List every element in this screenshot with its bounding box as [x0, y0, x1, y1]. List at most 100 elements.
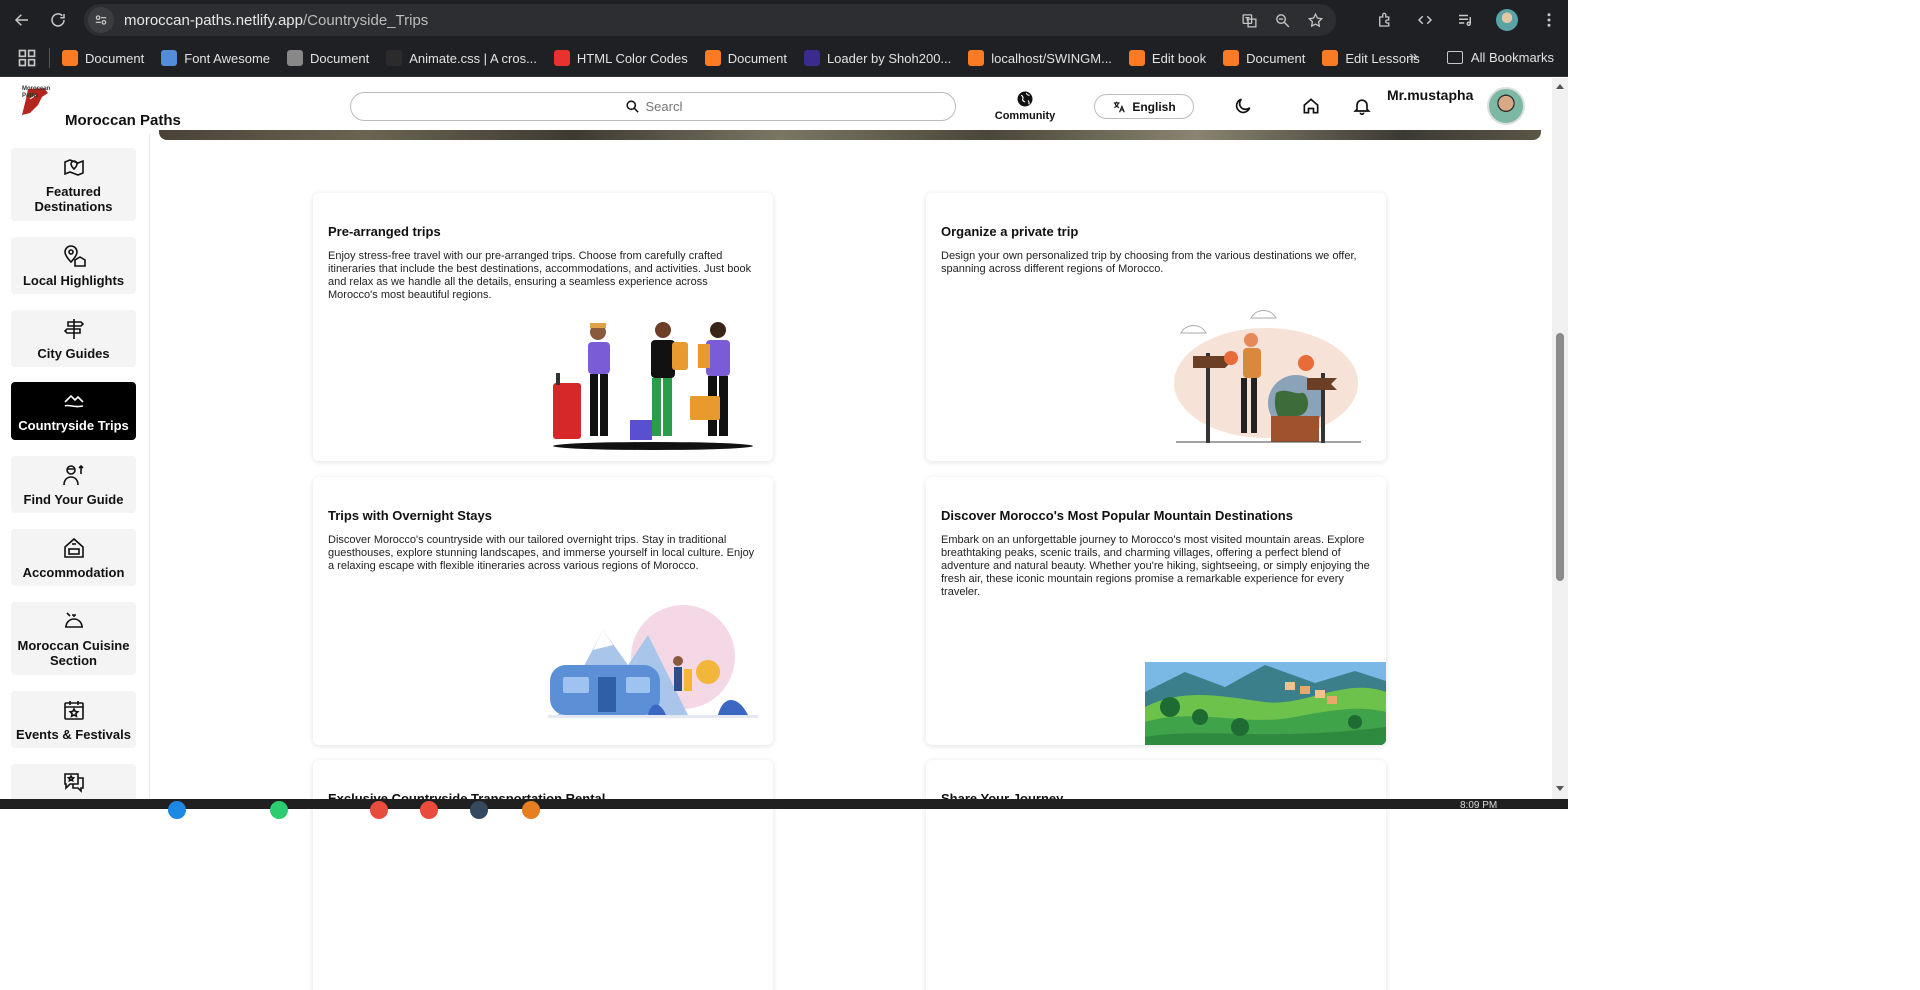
- xampp-icon: [968, 50, 985, 66]
- moon-icon[interactable]: [1233, 96, 1253, 116]
- globe-icon: [287, 50, 304, 66]
- signpost-icon: [63, 318, 84, 339]
- bookmark-item[interactable]: Loader by Shoh200...: [803, 50, 951, 66]
- translate-icon: [1114, 101, 1126, 112]
- scroll-thumb[interactable]: [1556, 333, 1564, 581]
- all-bookmarks-label: All Bookmarks: [1470, 50, 1554, 65]
- kebab-menu-icon[interactable]: [1540, 11, 1558, 29]
- globe-icon: [1017, 91, 1033, 107]
- bookmark-item[interactable]: Document: [62, 50, 144, 66]
- uiverse-icon: [803, 50, 820, 66]
- sidebar-item-label: Featured Destinations: [34, 184, 113, 214]
- sidebar-item-label: Find Your Guide: [23, 491, 124, 507]
- taskbar-app-icon[interactable]: [270, 801, 288, 819]
- card-share-journey[interactable]: Share Your Journey: [926, 760, 1386, 990]
- taskbar-app-icon[interactable]: [522, 801, 540, 819]
- bookmark-item[interactable]: Edit book: [1128, 50, 1206, 66]
- logo-caption: Moroccan Paths: [22, 86, 51, 99]
- scroll-up-arrow[interactable]: [1556, 84, 1564, 89]
- sidebar-item-label: Accommodation: [22, 564, 125, 580]
- translate-icon[interactable]: [1241, 12, 1258, 29]
- language-button[interactable]: English: [1094, 94, 1194, 119]
- brand-name[interactable]: Moroccan Paths: [65, 112, 181, 129]
- bookmarks-divider: [49, 48, 50, 68]
- countryside-icon: [63, 394, 84, 408]
- card-transportation-rental[interactable]: Exclusive Countryside Transportation Ren…: [313, 760, 773, 990]
- url-text[interactable]: moroccan-paths.netlify.app/Countryside_T…: [124, 12, 428, 29]
- username[interactable]: Mr.mustapha: [1387, 87, 1473, 103]
- scroll-down-arrow[interactable]: [1556, 786, 1564, 791]
- extensions-icon[interactable]: [1376, 11, 1394, 29]
- card-description: Embark on an unforgettable journey to Mo…: [941, 534, 1370, 598]
- reload-icon[interactable]: [44, 6, 72, 34]
- bookmark-item[interactable]: Font Awesome: [161, 50, 270, 66]
- bell-icon[interactable]: [1352, 96, 1372, 116]
- sidebar-item-label: Moroccan Cuisine Section: [17, 638, 130, 668]
- sidebar-item-events-festivals[interactable]: Events & Festivals: [11, 691, 136, 748]
- bookmark-label: HTML Color Codes: [576, 50, 688, 66]
- card-organize-private-trip[interactable]: Organize a private trip Design your own …: [926, 193, 1386, 461]
- xampp-icon: [704, 50, 721, 66]
- community-link[interactable]: Community: [990, 90, 1060, 122]
- bookmark-label: Font Awesome: [184, 50, 271, 66]
- xampp-icon: [1128, 50, 1145, 66]
- guide-icon: [62, 464, 84, 485]
- sidebar-item-countryside-trips[interactable]: Countryside Trips: [11, 382, 136, 440]
- sidebar-item-label: Local Highlights: [22, 272, 125, 288]
- sidebar-item-label: Countryside Trips: [18, 418, 129, 433]
- bookmark-label: Document: [310, 50, 370, 66]
- search-input[interactable]: [645, 99, 682, 114]
- bookmark-item[interactable]: Animate.css | A cros...: [386, 50, 537, 66]
- taskbar-app-icon[interactable]: [470, 801, 488, 819]
- bookmark-item[interactable]: Edit Lessons: [1322, 50, 1420, 66]
- sidebar-item-local-highlights[interactable]: Local Highlights: [11, 237, 136, 294]
- browser-toolbar: moroccan-paths.netlify.app/Countryside_T…: [0, 0, 1568, 40]
- bookmark-star-icon[interactable]: [1307, 12, 1324, 29]
- card-mountain-destinations[interactable]: Discover Morocco's Most Popular Mountain…: [926, 477, 1386, 745]
- bookmark-item[interactable]: localhost/SWINGM...: [968, 50, 1112, 66]
- sidebar-item-find-your-guide[interactable]: Find Your Guide: [11, 456, 136, 513]
- sidebar-item-moroccan-cuisine[interactable]: Moroccan Cuisine Section: [11, 602, 136, 675]
- os-taskbar: 8:09 PM: [0, 799, 1568, 819]
- bookmark-item[interactable]: Document: [704, 50, 787, 66]
- site-settings-icon[interactable]: [88, 7, 114, 33]
- user-avatar[interactable]: [1487, 87, 1525, 125]
- taskbar-app-icon[interactable]: [420, 801, 438, 819]
- all-bookmarks-button[interactable]: All Bookmarks: [1446, 50, 1554, 65]
- map-traveler-illustration: [1174, 310, 1361, 443]
- bookmark-item[interactable]: Document: [1223, 50, 1305, 66]
- url-host: moroccan-paths.netlify.app: [124, 11, 303, 29]
- sidebar-item-accommodation[interactable]: Accommodation: [11, 529, 136, 586]
- sidebar-item-featured-destinations[interactable]: Featured Destinations: [11, 148, 136, 221]
- sidebar-item-city-guides[interactable]: City Guides: [11, 310, 136, 367]
- bookmark-item[interactable]: Document: [287, 50, 369, 66]
- home-icon[interactable]: [1301, 96, 1321, 116]
- house-icon: [63, 537, 84, 558]
- sidebar-item-label: City Guides: [37, 345, 110, 361]
- taskbar-clock[interactable]: 8:09 PM: [1460, 800, 1497, 811]
- card-overnight-stays[interactable]: Trips with Overnight Stays Discover Moro…: [313, 477, 773, 745]
- color-icon: [553, 50, 570, 66]
- camper-van-illustration: [548, 605, 758, 718]
- address-bar[interactable]: moroccan-paths.netlify.app/Countryside_T…: [84, 4, 1336, 36]
- devtools-icon[interactable]: [1416, 11, 1434, 29]
- community-label: Community: [994, 110, 1056, 122]
- more-bookmarks-icon[interactable]: »: [1409, 48, 1418, 66]
- zoom-icon[interactable]: [1274, 12, 1291, 29]
- card-pre-arranged-trips[interactable]: Pre-arranged trips Enjoy stress-free tra…: [313, 193, 773, 461]
- hero-image: [159, 130, 1541, 140]
- taskbar-app-icon[interactable]: [168, 801, 186, 819]
- taskbar-app-icon[interactable]: [370, 801, 388, 819]
- profile-avatar[interactable]: [1496, 9, 1518, 31]
- apps-grid-icon[interactable]: [17, 48, 37, 68]
- card-title: Trips with Overnight Stays: [328, 508, 492, 523]
- search-bar[interactable]: [350, 92, 956, 121]
- media-icon[interactable]: [1456, 11, 1474, 29]
- cloche-icon: [64, 612, 83, 628]
- bookmark-item[interactable]: HTML Color Codes: [553, 50, 688, 66]
- bookmark-label: Document: [1246, 50, 1306, 66]
- page-scrollbar[interactable]: [1552, 78, 1568, 799]
- bookmarks-bar: Document Font Awesome Document Animate.css …: [0, 40, 1568, 77]
- back-arrow-icon[interactable]: [8, 6, 36, 34]
- sidebar: Featured Destinations Local Highlights C…: [0, 134, 150, 809]
